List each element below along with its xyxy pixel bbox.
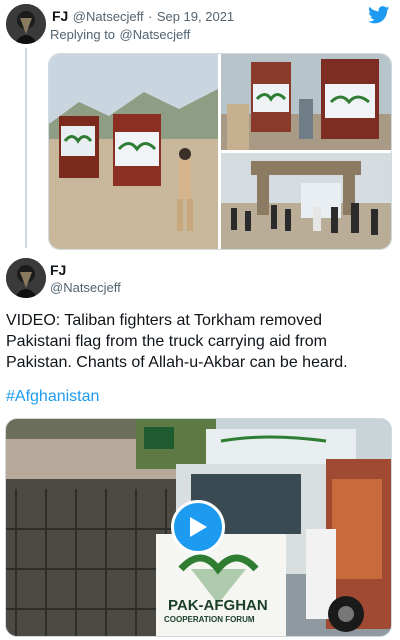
photo-1[interactable] bbox=[49, 54, 218, 249]
twitter-bird-icon[interactable] bbox=[368, 6, 390, 29]
photo-grid bbox=[48, 53, 392, 250]
tweet-text-line: Pakistan. Chants of Allah-u-Akbar can be… bbox=[6, 354, 348, 371]
reply-to-handle[interactable]: @Natsecjeff bbox=[120, 27, 191, 42]
banner-line1: PAK-AFGHAN bbox=[168, 597, 268, 614]
photo-3[interactable] bbox=[221, 153, 391, 249]
hashtag-link[interactable]: #Afghanistan bbox=[6, 388, 99, 406]
handle[interactable]: @Natsecjeff bbox=[73, 9, 144, 24]
tweet-text-line: VIDEO: Taliban fighters at Torkham remov… bbox=[6, 312, 322, 329]
avatar[interactable] bbox=[6, 4, 46, 44]
banner-line2: COOPERATION FORUM bbox=[164, 615, 255, 624]
reply-prefix: Replying to bbox=[50, 27, 116, 42]
display-name[interactable]: FJ bbox=[50, 262, 66, 278]
tweet-header: FJ @Natsecjeff · Sep 19, 2021 bbox=[52, 8, 234, 26]
handle[interactable]: @Natsecjeff bbox=[50, 280, 121, 295]
avatar[interactable] bbox=[6, 258, 46, 298]
tweet-text: VIDEO: Taliban fighters at Torkham remov… bbox=[6, 310, 396, 373]
reply-context: Replying to @Natsecjeff bbox=[50, 26, 190, 44]
thread-line bbox=[25, 48, 27, 248]
display-name[interactable]: FJ bbox=[52, 8, 68, 24]
photo-2[interactable] bbox=[221, 54, 391, 150]
tweet-text-line: Pakistani flag from the truck carrying a… bbox=[6, 333, 328, 350]
separator: · bbox=[148, 9, 153, 24]
play-icon bbox=[190, 517, 207, 537]
timestamp[interactable]: Sep 19, 2021 bbox=[157, 9, 234, 24]
video-player[interactable]: PAK-AFGHAN COOPERATION FORUM bbox=[5, 418, 392, 637]
play-button[interactable] bbox=[171, 500, 225, 554]
